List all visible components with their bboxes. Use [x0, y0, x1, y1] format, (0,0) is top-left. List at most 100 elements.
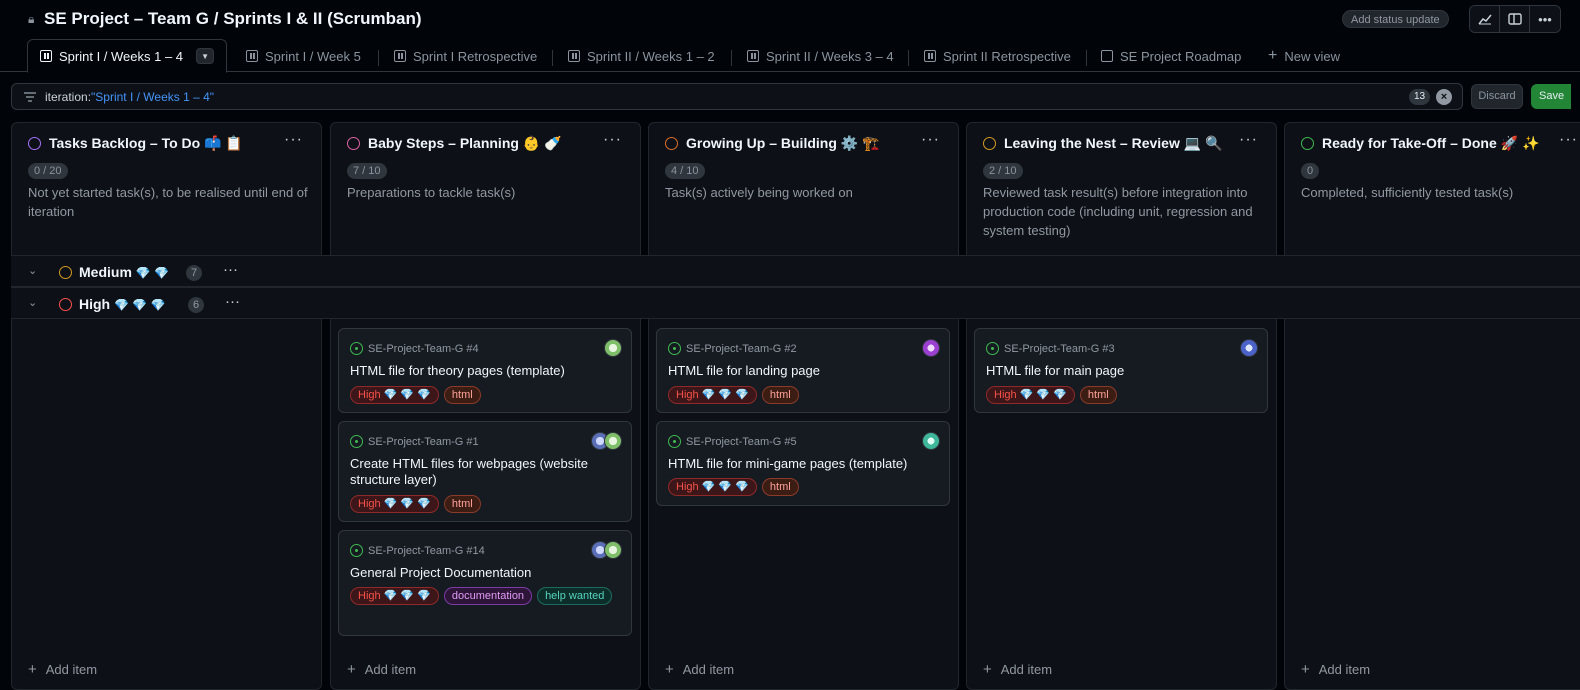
issue-card[interactable]: SE-Project-Team-G #5 HTML file for mini-… — [656, 421, 950, 506]
card-repo: SE-Project-Team-G #3 — [986, 342, 1115, 355]
layout-sidebar-icon[interactable] — [1500, 6, 1530, 32]
label-help-wanted[interactable]: help wanted — [537, 587, 613, 605]
label-html[interactable]: html — [761, 478, 799, 496]
card-title[interactable]: HTML file for landing page — [668, 363, 928, 379]
card-title[interactable]: General Project Documentation — [350, 565, 610, 581]
column-menu-icon[interactable]: ··· — [1559, 131, 1578, 149]
card-title[interactable]: HTML file for main page — [986, 363, 1246, 379]
chevron-down-icon[interactable]: ⌄ — [28, 264, 37, 277]
card-title[interactable]: Create HTML files for webpages (website … — [350, 456, 610, 488]
column-menu-icon[interactable]: ··· — [284, 131, 303, 149]
label-html[interactable]: html — [1079, 386, 1117, 404]
card-repo: SE-Project-Team-G #2 — [668, 342, 797, 355]
kebab-horizontal-icon[interactable]: ••• — [1530, 6, 1560, 32]
avatar[interactable] — [922, 339, 940, 357]
group-row-medium[interactable]: ⌄ Medium 💎 💎 7 ··· — [11, 255, 1580, 287]
roadmap-icon — [1101, 50, 1113, 62]
tab-separator — [731, 50, 732, 66]
avatar[interactable] — [604, 541, 622, 559]
issue-open-icon — [350, 544, 363, 557]
issue-open-icon — [350, 435, 363, 448]
card-labels: High 💎 💎 💎 documentation help wanted — [350, 587, 620, 605]
column-count: 2 / 10 — [983, 163, 1023, 179]
column-header: Growing Up – Building ⚙️ 🏗️ — [665, 135, 880, 152]
issue-card[interactable]: SE-Project-Team-G #1 Create HTML files f… — [338, 421, 632, 522]
tab-sprint-1-retrospective[interactable]: Sprint I Retrospective — [394, 40, 537, 72]
column-count: 0 / 20 — [28, 163, 68, 179]
save-button[interactable]: Save — [1531, 84, 1571, 109]
group-menu-icon[interactable]: ··· — [223, 261, 238, 278]
label-high[interactable]: High 💎 💎 💎 — [350, 495, 439, 513]
group-row-high[interactable]: ⌄ High 💎 💎 💎 6 ··· — [11, 287, 1580, 319]
tab-sprint-1-week-5[interactable]: Sprint I / Week 5 — [246, 40, 361, 72]
issue-card[interactable]: SE-Project-Team-G #3 HTML file for main … — [974, 328, 1268, 413]
issue-open-icon — [350, 342, 363, 355]
filter-result-count: 13 — [1409, 89, 1431, 105]
board-icon — [747, 50, 759, 62]
group-menu-icon[interactable]: ··· — [225, 293, 240, 310]
card-title[interactable]: HTML file for theory pages (template) — [350, 363, 610, 379]
plus-icon: + — [983, 661, 992, 678]
column-menu-icon[interactable]: ··· — [921, 131, 940, 149]
column-description: Task(s) actively being worked on — [665, 185, 853, 200]
card-repo: SE-Project-Team-G #14 — [350, 544, 485, 557]
label-html[interactable]: html — [761, 386, 799, 404]
priority-dot-icon — [59, 298, 72, 311]
label-high[interactable]: High 💎 💎 💎 — [986, 386, 1075, 404]
add-item-button[interactable]: + Add item — [347, 661, 416, 678]
column-done: Ready for Take-Off – Done 🚀 ✨ ··· 0 Comp… — [1284, 122, 1580, 690]
issue-open-icon — [986, 342, 999, 355]
column-header: Leaving the Nest – Review 💻 🔍 — [983, 135, 1222, 152]
label-html[interactable]: html — [443, 495, 481, 513]
add-item-button[interactable]: + Add item — [983, 661, 1052, 678]
label-high[interactable]: High 💎 💎 💎 — [668, 386, 757, 404]
issue-card[interactable]: SE-Project-Team-G #2 HTML file for landi… — [656, 328, 950, 413]
status-dot-icon — [28, 137, 41, 150]
label-html[interactable]: html — [443, 386, 481, 404]
add-status-update-button[interactable]: Add status update — [1342, 10, 1449, 28]
column-description: Preparations to tackle task(s) — [347, 185, 516, 200]
avatar[interactable] — [922, 432, 940, 450]
chevron-down-icon[interactable]: ⌄ — [28, 296, 37, 309]
header-actions: ••• — [1469, 5, 1561, 33]
tab-se-project-roadmap[interactable]: SE Project Roadmap — [1101, 40, 1241, 72]
avatar[interactable] — [604, 432, 622, 450]
status-dot-icon — [347, 137, 360, 150]
label-documentation[interactable]: documentation — [443, 587, 533, 605]
group-name: High 💎 💎 💎 — [79, 296, 166, 312]
new-view-button[interactable]: + New view — [1268, 40, 1340, 72]
column-description: Not yet started task(s), to be realised … — [28, 185, 308, 219]
plus-icon: + — [28, 661, 37, 678]
add-item-button[interactable]: + Add item — [665, 661, 734, 678]
tab-sprint-2-weeks-3-4[interactable]: Sprint II / Weeks 3 – 4 — [747, 40, 894, 72]
label-high[interactable]: High 💎 💎 💎 — [350, 587, 439, 605]
tab-sprint-1-weeks-1-4[interactable]: Sprint I / Weeks 1 – 4 ▼ — [27, 39, 228, 73]
tab-sprint-2-weeks-1-2[interactable]: Sprint II / Weeks 1 – 2 — [568, 40, 716, 72]
insights-icon[interactable] — [1470, 6, 1500, 32]
card-labels: High 💎 💎 💎 html — [668, 386, 938, 404]
label-high[interactable]: High 💎 💎 💎 — [668, 478, 757, 496]
column-menu-icon[interactable]: ··· — [1239, 131, 1258, 149]
card-title[interactable]: HTML file for mini-game pages (template) — [668, 456, 928, 472]
lock-icon: 🔒︎ — [28, 12, 35, 26]
column-header: Baby Steps – Planning 👶 🍼 — [347, 135, 562, 152]
tab-sprint-2-retrospective[interactable]: Sprint II Retrospective — [924, 40, 1071, 72]
column-backlog: Tasks Backlog – To Do 📫 📋 ··· 0 / 20 Not… — [11, 122, 322, 690]
add-item-button[interactable]: + Add item — [1301, 661, 1370, 678]
card-labels: High 💎 💎 💎 html — [668, 478, 938, 496]
issue-card[interactable]: SE-Project-Team-G #4 HTML file for theor… — [338, 328, 632, 413]
group-name: Medium 💎 💎 — [79, 264, 169, 280]
card-repo: SE-Project-Team-G #1 — [350, 435, 479, 448]
chevron-down-icon[interactable]: ▼ — [196, 48, 215, 64]
avatar[interactable] — [604, 339, 622, 357]
avatar[interactable] — [1240, 339, 1258, 357]
group-count: 6 — [188, 297, 205, 313]
discard-button[interactable]: Discard — [1471, 84, 1523, 109]
add-item-button[interactable]: + Add item — [28, 661, 97, 678]
clear-filter-icon[interactable]: × — [1436, 89, 1452, 105]
issue-card[interactable]: SE-Project-Team-G #14 General Project Do… — [338, 530, 632, 636]
tab-separator — [1086, 50, 1087, 66]
filter-input[interactable]: iteration:"Sprint I / Weeks 1 – 4" 13 × — [11, 83, 1463, 110]
column-menu-icon[interactable]: ··· — [603, 131, 622, 149]
label-high[interactable]: High 💎 💎 💎 — [350, 386, 439, 404]
